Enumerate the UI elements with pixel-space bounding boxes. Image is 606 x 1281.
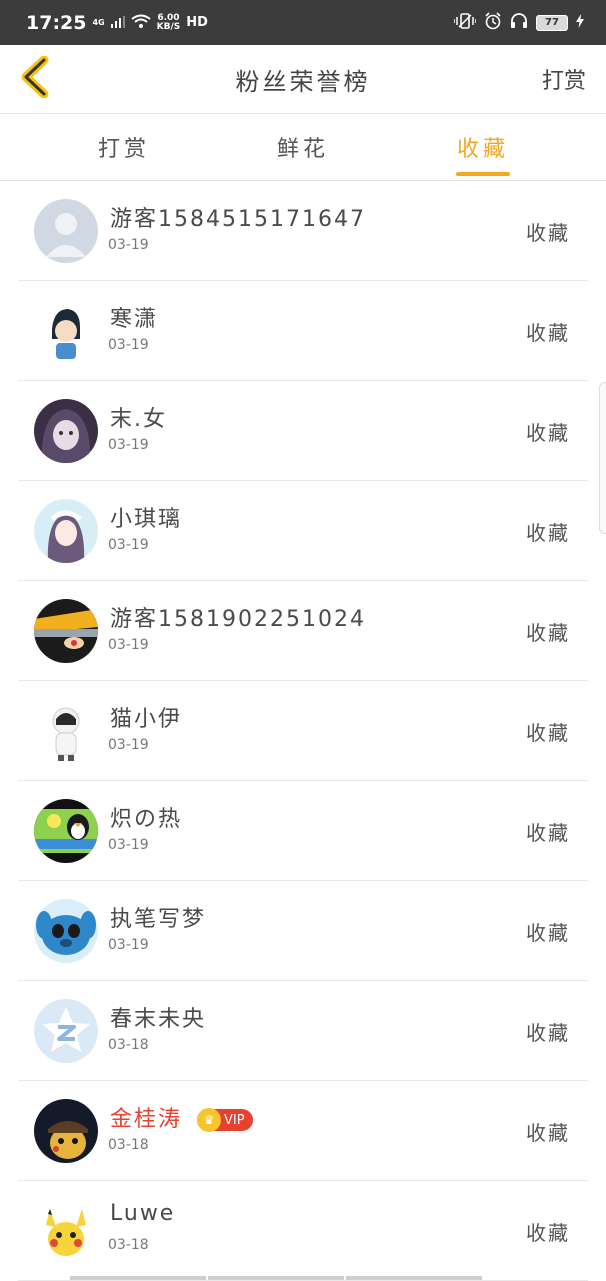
tab-flowers[interactable]: 鲜花 [243, 114, 363, 180]
bottom-segment [70, 1276, 206, 1280]
fan-date: 03-19 [108, 737, 149, 753]
anime-girl-avatar [34, 499, 98, 563]
fan-action-label: 收藏 [526, 820, 570, 845]
fan-name: 猫小伊 [110, 707, 183, 732]
network-speed: 6.00 KB/S [156, 13, 181, 32]
fan-name: 末.女 [110, 407, 167, 432]
fan-action-label: 收藏 [526, 320, 570, 345]
fan-action-label: 收藏 [526, 420, 570, 445]
default-avatar [34, 199, 98, 263]
status-left: 17:25 4G 6.00 KB/S HD [26, 12, 208, 34]
list-item[interactable]: 游客1581902251024 03-19 收藏 [18, 581, 588, 681]
fan-action-label: 收藏 [526, 720, 570, 745]
penguin-avatar [34, 799, 98, 863]
qzone-star-avatar [34, 999, 98, 1063]
charging-icon [576, 13, 584, 32]
fan-list: 游客1584515171647 03-19 收藏 寒潇 03-19 收藏 末.女… [0, 181, 606, 1281]
status-time: 17:25 [26, 11, 87, 34]
bottom-edge [0, 1276, 606, 1280]
headphones-icon [510, 12, 528, 34]
fan-name: 寒潇 [110, 307, 159, 332]
wifi-icon [131, 13, 151, 32]
vip-label: VIP [224, 1112, 245, 1128]
fan-name: 游客1584515171647 [110, 207, 366, 232]
dark-hair-girl-avatar [34, 399, 98, 463]
fan-date: 03-19 [108, 637, 149, 653]
fan-name: Luwe [110, 1201, 176, 1226]
battery-indicator: 77 [536, 14, 568, 31]
stitch-avatar [34, 899, 98, 963]
fan-action-label: 收藏 [526, 520, 570, 545]
fan-action-label: 收藏 [526, 1020, 570, 1045]
fan-date: 03-18 [108, 1137, 149, 1153]
list-item[interactable]: Luwe 03-18 收藏 [18, 1181, 588, 1281]
list-item[interactable]: 春末未央 03-18 收藏 [18, 981, 588, 1081]
chibi-avatar [34, 699, 98, 763]
list-item[interactable]: 炽の热 03-19 收藏 [18, 781, 588, 881]
fan-action-label: 收藏 [526, 1220, 570, 1245]
vibrate-icon [453, 12, 477, 33]
active-tab-indicator [456, 172, 510, 176]
fan-name: 游客1581902251024 [110, 607, 366, 632]
fan-date: 03-19 [108, 237, 149, 253]
tip-button[interactable]: 打赏 [542, 45, 586, 113]
list-item[interactable]: 寒潇 03-19 收藏 [18, 281, 588, 381]
fan-date: 03-19 [108, 837, 149, 853]
list-item[interactable]: 小琪璃 03-19 收藏 [18, 481, 588, 581]
list-item[interactable]: 游客1584515171647 03-19 收藏 [18, 181, 588, 281]
fan-name: 炽の热 [110, 807, 183, 832]
signal-icon [110, 13, 125, 32]
fan-name-vip: 金桂涛 ♛ VIP [110, 1101, 253, 1133]
bottom-segment [208, 1276, 344, 1280]
list-item[interactable]: 末.女 03-19 收藏 [18, 381, 588, 481]
side-scroll-handle[interactable] [599, 382, 606, 534]
fan-name: 春末未央 [110, 1007, 207, 1032]
hd-indicator: HD [186, 15, 208, 30]
tab-tip[interactable]: 打赏 [64, 114, 184, 180]
fan-date: 03-18 [108, 1237, 149, 1253]
anime-boy-avatar [34, 299, 98, 363]
pikachu-detective-avatar [34, 1099, 98, 1163]
speed-unit: KB/S [156, 21, 181, 32]
tab-favorites-label: 收藏 [456, 137, 509, 162]
list-item[interactable]: 执笔写梦 03-19 收藏 [18, 881, 588, 981]
fan-action-label: 收藏 [526, 1120, 570, 1145]
fan-name: 小琪璃 [110, 507, 183, 532]
fan-date: 03-19 [108, 437, 149, 453]
alarm-icon [484, 11, 502, 34]
bottom-segment [346, 1276, 482, 1280]
fan-date: 03-19 [108, 937, 149, 953]
fan-name: 执笔写梦 [110, 907, 207, 932]
fan-date: 03-19 [108, 537, 149, 553]
crown-icon: ♛ [197, 1108, 222, 1132]
list-item[interactable]: 猫小伊 03-19 收藏 [18, 681, 588, 781]
vip-badge: ♛ VIP [197, 1108, 253, 1132]
tab-favorites[interactable]: 收藏 [423, 114, 543, 180]
list-item[interactable]: 金桂涛 ♛ VIP 03-18 收藏 [18, 1081, 588, 1181]
fan-action-label: 收藏 [526, 220, 570, 245]
ninja-avatar [34, 599, 98, 663]
header-bar: 粉丝荣誉榜 打赏 [0, 45, 606, 114]
fan-date: 03-19 [108, 337, 149, 353]
fan-action-label: 收藏 [526, 620, 570, 645]
status-right: 77 [453, 11, 584, 34]
fan-date: 03-18 [108, 1037, 149, 1053]
page-title: 粉丝荣誉榜 [235, 67, 371, 96]
status-bar: 17:25 4G 6.00 KB/S HD 77 [0, 0, 606, 45]
network-type: 4G [92, 18, 105, 27]
pikachu-avatar [34, 1199, 98, 1263]
fan-action-label: 收藏 [526, 920, 570, 945]
fan-name: 金桂涛 [110, 1107, 183, 1132]
tab-bar: 打赏 鲜花 收藏 [0, 114, 606, 181]
